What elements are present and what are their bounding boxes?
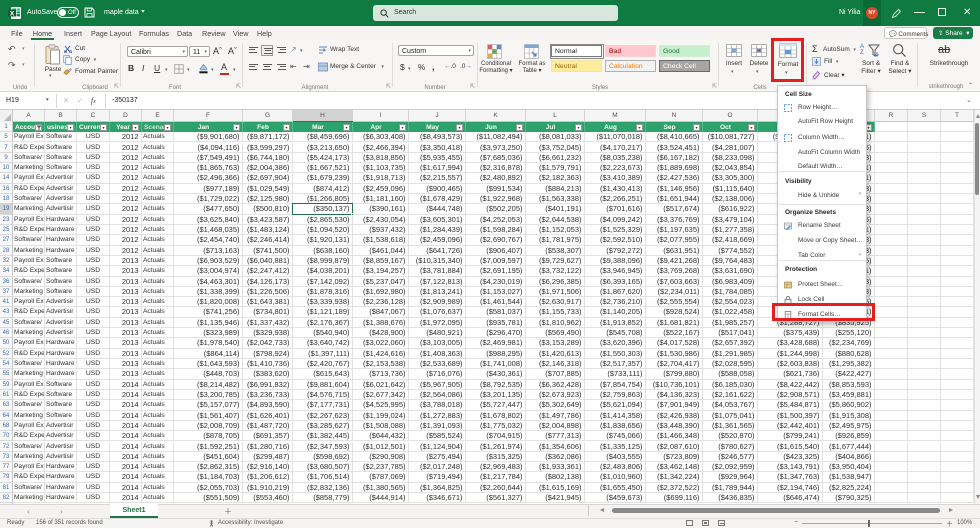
svg-text:X: X — [10, 10, 15, 17]
